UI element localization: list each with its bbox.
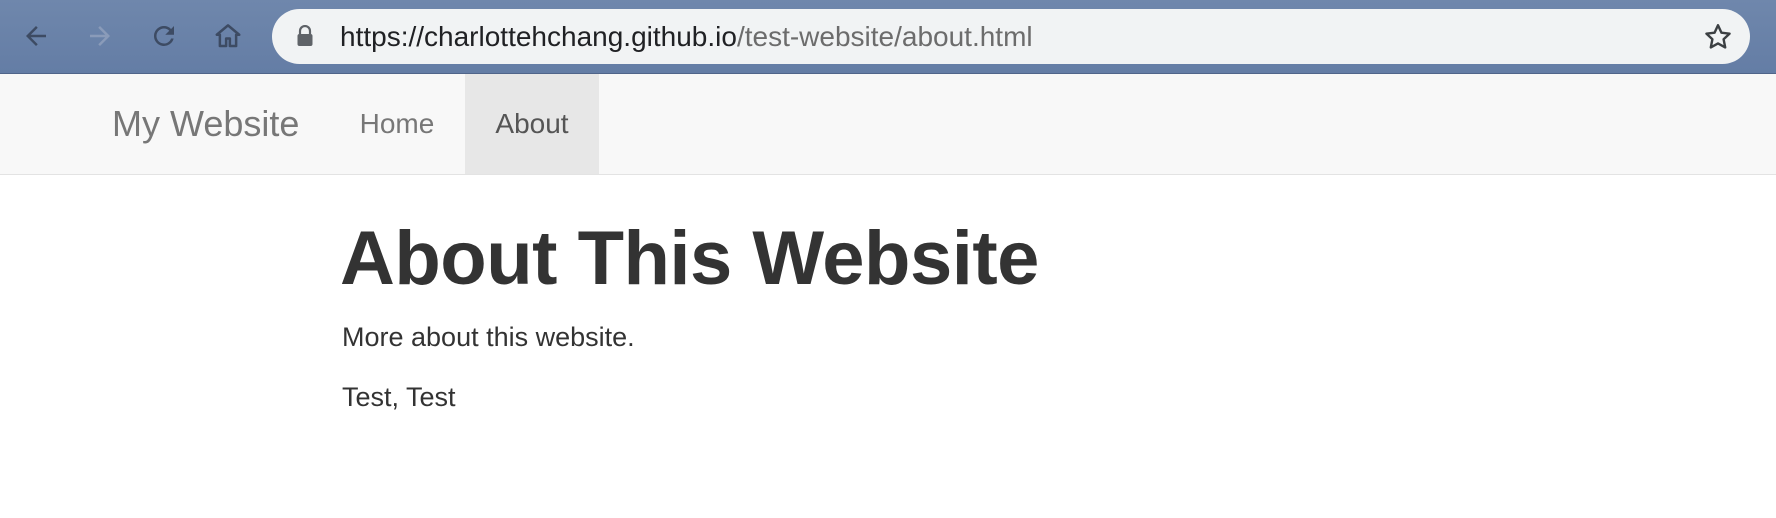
address-bar[interactable]: https://charlottehchang.github.io/test-w… (272, 9, 1750, 64)
bookmark-star-icon[interactable] (1702, 21, 1734, 53)
site-brand[interactable]: My Website (112, 74, 299, 174)
home-icon (215, 24, 241, 48)
site-navbar: My Website Home About (0, 74, 1776, 175)
lock-icon (297, 25, 313, 46)
url-path: /test-website/about.html (736, 21, 1033, 52)
reload-icon (153, 25, 174, 46)
nav-link-home[interactable]: Home (331, 74, 463, 174)
nav-link-about[interactable]: About (465, 74, 599, 174)
forward-button[interactable] (78, 14, 122, 58)
paragraph: More about this website. (342, 322, 635, 352)
url-text[interactable]: https://charlottehchang.github.io/test-w… (340, 9, 1033, 64)
reload-button[interactable] (142, 14, 186, 58)
home-button[interactable] (206, 14, 250, 58)
paragraph: Test, Test (342, 382, 456, 412)
back-icon (26, 26, 46, 46)
page-title: About This Website (340, 216, 1039, 301)
forward-icon (90, 26, 110, 46)
browser-toolbar: https://charlottehchang.github.io/test-w… (0, 0, 1776, 74)
back-button[interactable] (14, 14, 58, 58)
url-host: https://charlottehchang.github.io (340, 21, 737, 52)
